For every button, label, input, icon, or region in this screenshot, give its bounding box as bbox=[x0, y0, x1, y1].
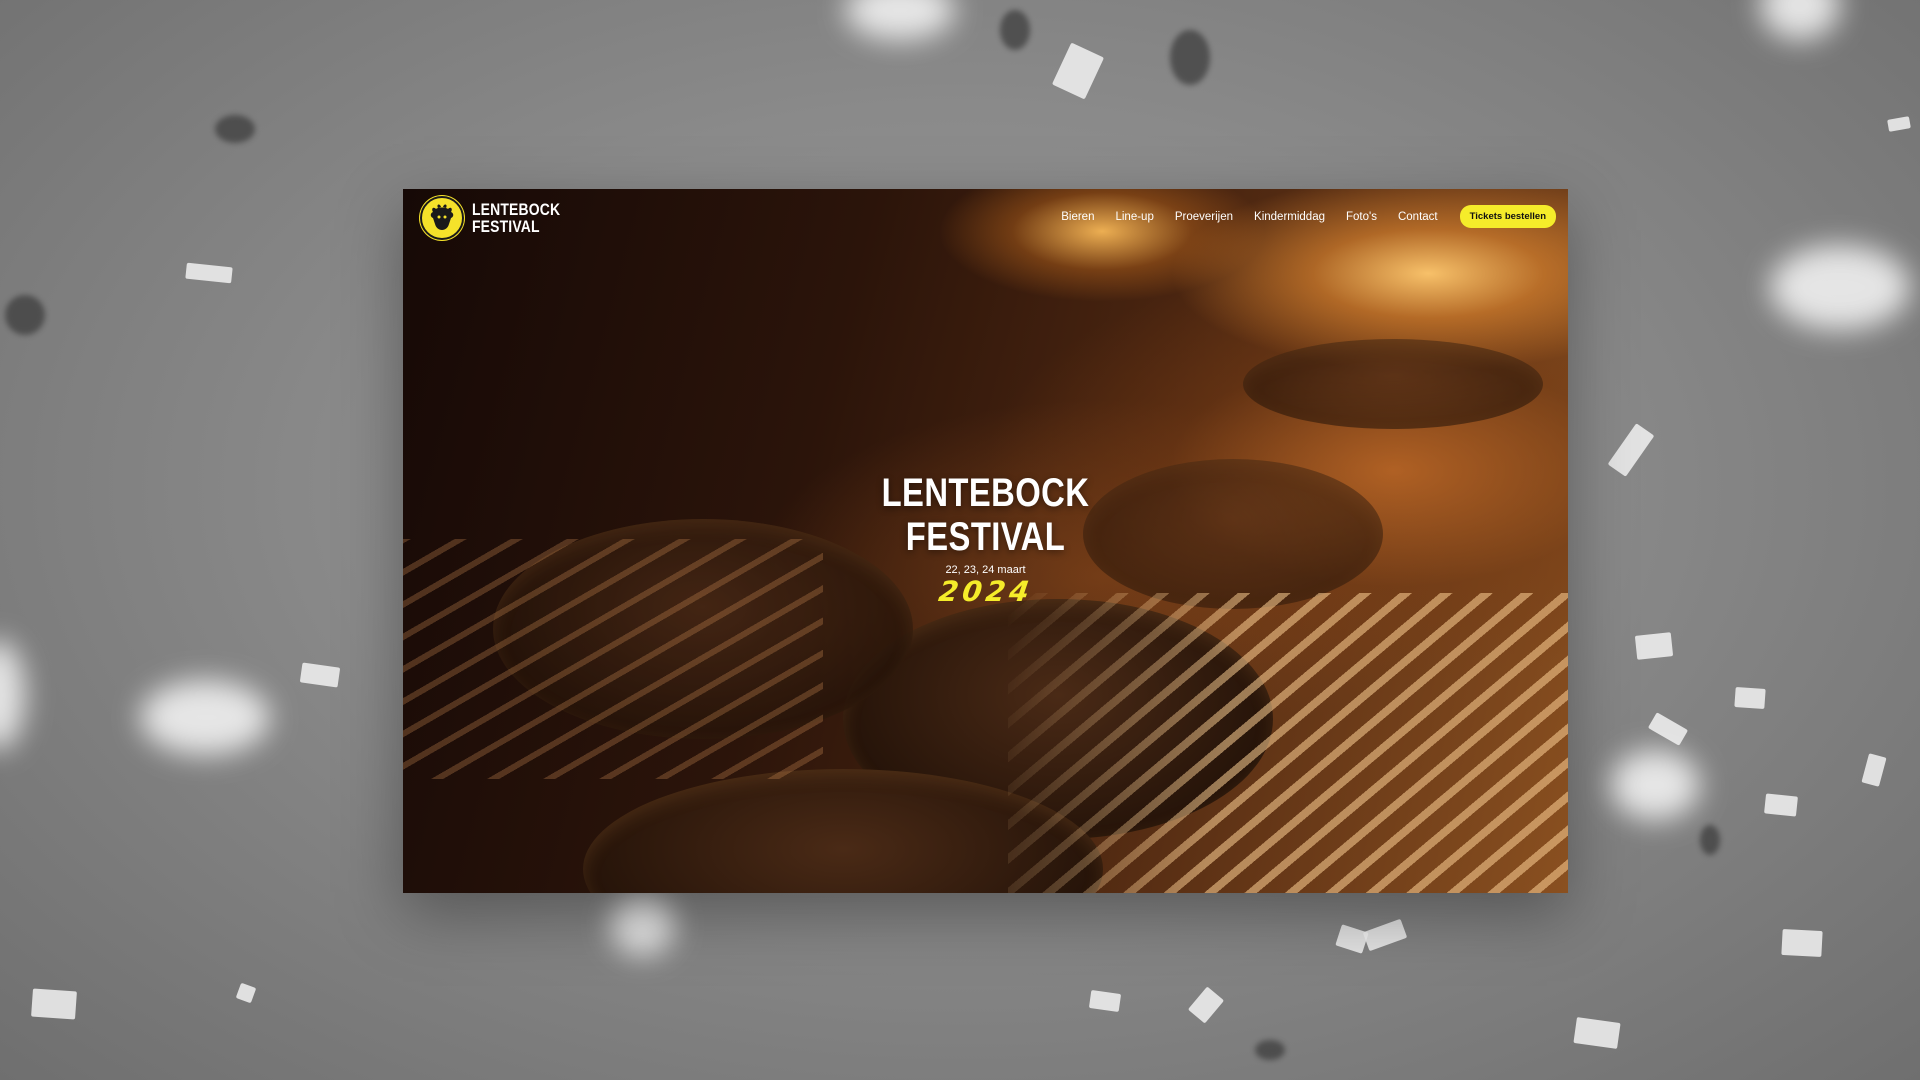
festival-year: 2024 bbox=[936, 575, 1035, 608]
logo-line-2: FESTIVAL bbox=[472, 217, 540, 236]
confetti-piece bbox=[1187, 986, 1225, 1024]
hero-title-line-1: LENTEBOCK bbox=[881, 471, 1090, 515]
hero-title-line-2: FESTIVAL bbox=[905, 515, 1066, 559]
dark-fleck bbox=[1170, 30, 1210, 85]
dark-fleck bbox=[1000, 10, 1030, 50]
dark-fleck bbox=[5, 295, 45, 335]
bokeh-light bbox=[0, 640, 25, 750]
nav-link-fotos[interactable]: Foto's bbox=[1346, 211, 1377, 223]
confetti-piece bbox=[1335, 924, 1369, 954]
confetti-piece bbox=[1051, 42, 1105, 100]
nav-link-line-up[interactable]: Line-up bbox=[1115, 211, 1153, 223]
confetti-piece bbox=[1647, 712, 1689, 746]
confetti-piece bbox=[1887, 116, 1911, 132]
confetti-piece bbox=[1634, 632, 1674, 660]
site-header: LENTEBOCK FESTIVAL Bieren Line-up Proeve… bbox=[403, 189, 1568, 245]
bokeh-light bbox=[1760, 0, 1840, 40]
nav-link-contact[interactable]: Contact bbox=[1398, 211, 1438, 223]
bokeh-light bbox=[1610, 750, 1700, 820]
dark-fleck bbox=[1255, 1040, 1285, 1060]
hero-title: LENTEBOCK FESTIVAL bbox=[508, 471, 1463, 559]
bokeh-light bbox=[845, 0, 955, 40]
confetti-piece bbox=[1734, 686, 1766, 710]
bokeh-light bbox=[610, 895, 675, 955]
bokeh-light bbox=[140, 680, 270, 755]
dark-fleck bbox=[1700, 825, 1720, 855]
confetti-piece bbox=[31, 988, 77, 1020]
main-nav: Bieren Line-up Proeverijen Kindermiddag … bbox=[1061, 205, 1556, 228]
site-logo[interactable]: LENTEBOCK FESTIVAL bbox=[420, 196, 580, 240]
confetti-piece bbox=[1088, 990, 1122, 1012]
logo-wordmark: LENTEBOCK FESTIVAL bbox=[472, 201, 560, 235]
nav-link-bieren[interactable]: Bieren bbox=[1061, 211, 1094, 223]
confetti-piece bbox=[185, 262, 233, 284]
hero-image-patty bbox=[1243, 339, 1543, 429]
confetti-piece bbox=[1861, 753, 1887, 787]
nav-link-proeverijen[interactable]: Proeverijen bbox=[1175, 211, 1233, 223]
confetti-piece bbox=[1781, 928, 1823, 958]
confetti-piece bbox=[1362, 918, 1408, 952]
tickets-button[interactable]: Tickets bestellen bbox=[1459, 205, 1556, 228]
hero-image-grill bbox=[1008, 593, 1568, 893]
confetti-piece bbox=[1764, 793, 1798, 817]
confetti-piece bbox=[1607, 423, 1655, 477]
nav-link-kindermiddag[interactable]: Kindermiddag bbox=[1254, 211, 1325, 223]
logo-line-1: LENTEBOCK bbox=[472, 200, 561, 219]
dark-fleck bbox=[215, 115, 255, 143]
bokeh-light bbox=[1770, 245, 1910, 330]
confetti-piece bbox=[235, 982, 257, 1004]
confetti-piece bbox=[1573, 1017, 1621, 1049]
goat-head-icon bbox=[420, 196, 464, 240]
website-screenshot: LENTEBOCK FESTIVAL Bieren Line-up Proeve… bbox=[403, 189, 1568, 893]
confetti-piece bbox=[299, 662, 341, 688]
hero-section: LENTEBOCK FESTIVAL 22, 23, 24 maart 2024 bbox=[403, 471, 1568, 608]
